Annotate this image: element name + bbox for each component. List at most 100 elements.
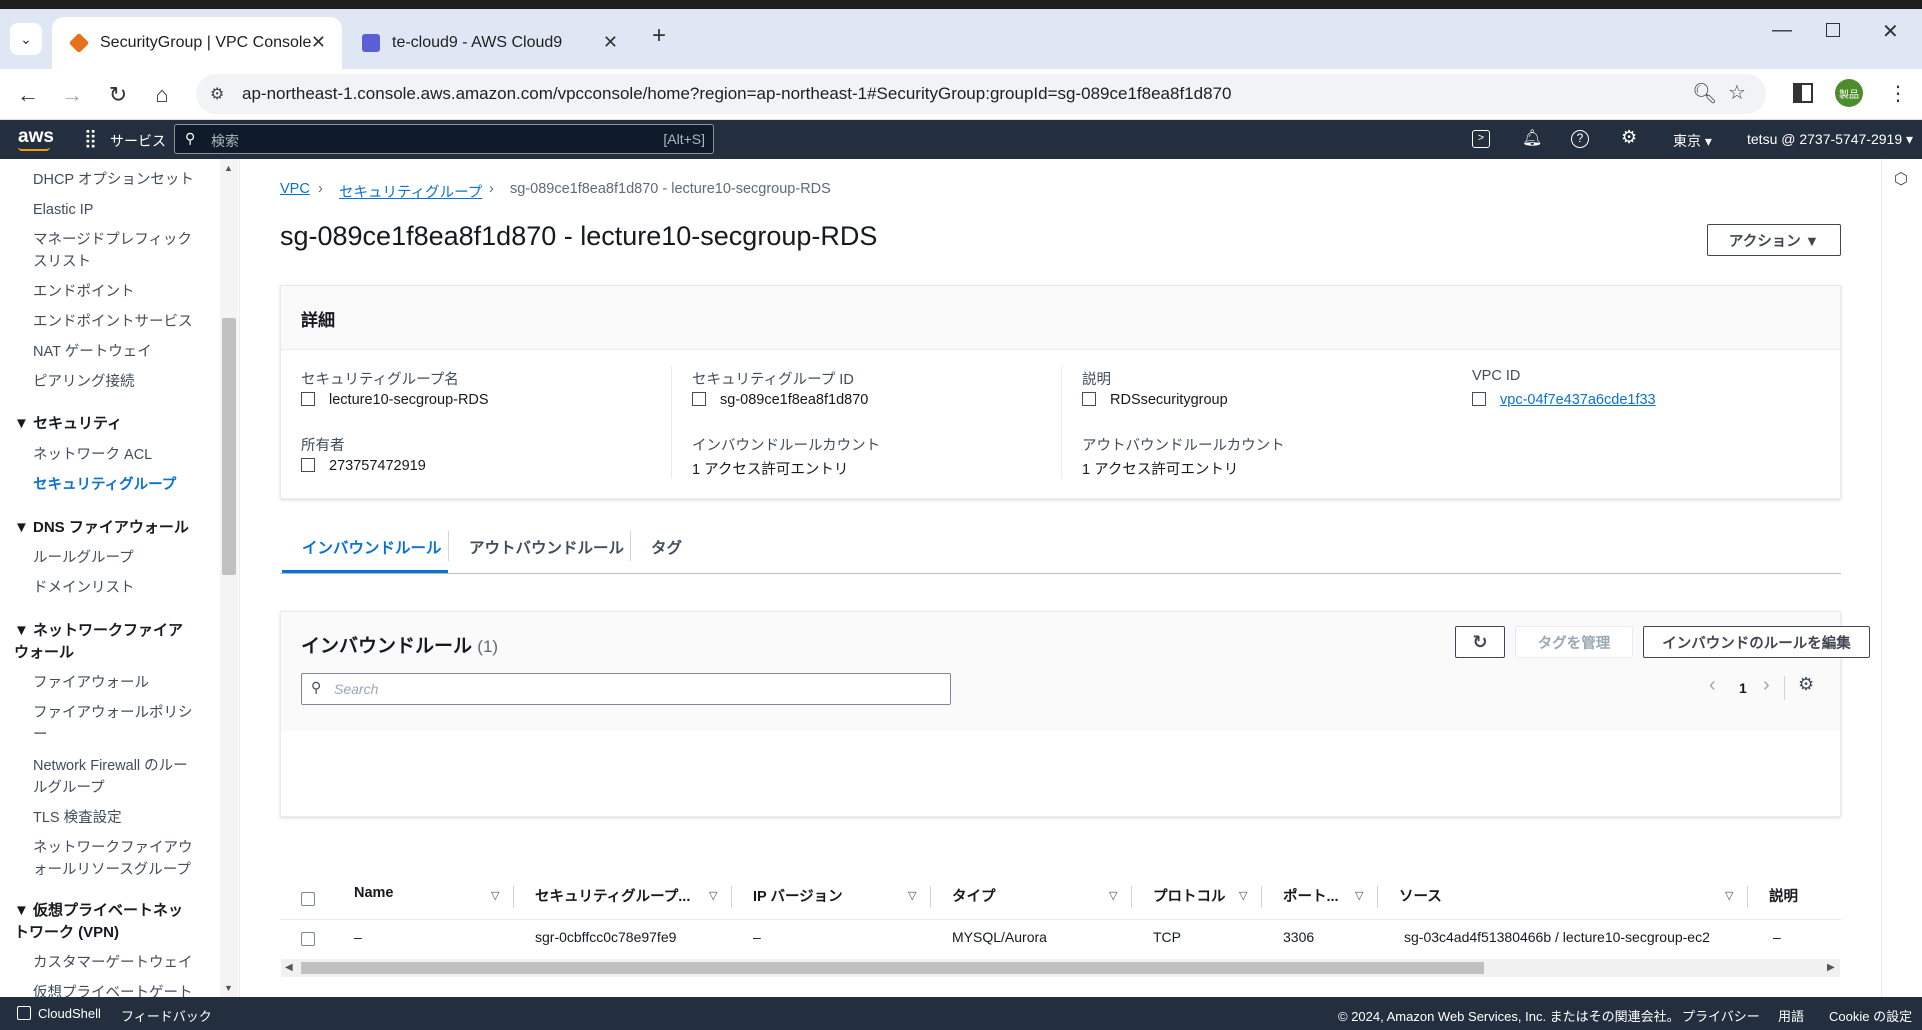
- scroll-down-icon[interactable]: ▼: [224, 983, 233, 993]
- minimize-icon[interactable]: —: [1772, 19, 1792, 42]
- column-header-protocol[interactable]: プロトコル: [1153, 885, 1226, 906]
- scroll-left-icon[interactable]: ◀: [285, 962, 293, 973]
- sidebar-item-elastic-ip[interactable]: Elastic IP: [33, 199, 203, 221]
- sidebar-item-nat-gateway[interactable]: NAT ゲートウェイ: [33, 341, 203, 363]
- close-window-icon[interactable]: ✕: [1882, 19, 1899, 44]
- back-icon[interactable]: ←: [12, 79, 44, 111]
- close-tab-icon[interactable]: ✕: [311, 32, 326, 53]
- column-header-type[interactable]: タイプ: [952, 885, 996, 906]
- close-tab-icon[interactable]: ✕: [603, 32, 618, 53]
- sidebar-item-tls-inspection[interactable]: TLS 検査設定: [33, 807, 203, 829]
- sidebar-section-network-firewall[interactable]: ▼ ネットワークファイアウォール: [14, 620, 194, 664]
- copy-icon[interactable]: [692, 392, 706, 406]
- zoom-icon[interactable]: 🔍︎: [1692, 81, 1717, 106]
- select-all-checkbox[interactable]: [301, 892, 315, 906]
- footer-cookie-link[interactable]: Cookie の設定: [1829, 1006, 1912, 1025]
- copy-icon[interactable]: [301, 392, 315, 406]
- settings-gear-icon[interactable]: ⚙: [1621, 127, 1637, 148]
- sidebar-section-security[interactable]: ▼ セキュリティ: [14, 413, 194, 435]
- tab-tags[interactable]: タグ: [651, 536, 682, 558]
- column-header-ip-version[interactable]: IP バージョン: [753, 885, 843, 906]
- region-selector[interactable]: 東京 ▾: [1673, 131, 1712, 151]
- browser-tab-vpc[interactable]: SecurityGroup | VPC Console ✕: [52, 17, 342, 69]
- account-menu[interactable]: tetsu @ 2737-5747-2919 ▾: [1747, 131, 1913, 148]
- sidebar-item-endpoint-services[interactable]: エンドポイントサービス: [33, 311, 203, 333]
- copy-icon[interactable]: [301, 458, 315, 472]
- sidebar-section-vpn[interactable]: ▼ 仮想プライベートネットワーク (VPN): [14, 900, 194, 944]
- sidebar-item-peering[interactable]: ピアリング接続: [33, 371, 203, 393]
- copy-icon[interactable]: [1082, 392, 1096, 406]
- sort-caret-icon[interactable]: ▽: [1355, 889, 1363, 902]
- breadcrumb-sg-link[interactable]: セキュリティグループ: [339, 181, 482, 202]
- next-page-icon[interactable]: ›: [1763, 674, 1770, 697]
- address-bar[interactable]: ⚙ ap-northeast-1.console.aws.amazon.com/…: [196, 74, 1766, 114]
- notifications-bell-icon[interactable]: 🔔︎: [1522, 128, 1542, 148]
- aws-logo[interactable]: aws: [18, 126, 54, 148]
- services-grid-icon[interactable]: ⣿: [84, 128, 97, 149]
- footer-cloudshell-link[interactable]: CloudShell: [38, 1006, 101, 1021]
- sidebar-item-dhcp[interactable]: DHCP オプションセット: [33, 169, 203, 191]
- sidebar-item-security-groups[interactable]: セキュリティグループ: [33, 474, 203, 496]
- sort-caret-icon[interactable]: ▽: [1109, 889, 1117, 902]
- footer-terms-link[interactable]: 用語: [1778, 1006, 1804, 1025]
- tab-outbound-rules[interactable]: アウトバウンドルール: [469, 536, 624, 558]
- restore-icon[interactable]: [1826, 23, 1840, 37]
- sort-caret-icon[interactable]: ▽: [1725, 889, 1733, 902]
- sidebar-item-customer-gateways[interactable]: カスタマーゲートウェイ: [33, 952, 203, 974]
- sidebar-item-firewalls[interactable]: ファイアウォール: [33, 672, 203, 694]
- scroll-thumb[interactable]: [301, 962, 1484, 974]
- sidebar-item-endpoints[interactable]: エンドポイント: [33, 281, 203, 303]
- bookmark-star-icon[interactable]: ☆: [1728, 80, 1746, 105]
- sidebar-item-network-acl[interactable]: ネットワーク ACL: [33, 444, 203, 466]
- column-header-source[interactable]: ソース: [1399, 885, 1442, 906]
- aws-search-input[interactable]: ⚲ 検索 [Alt+S]: [174, 124, 714, 154]
- sidebar-item-prefix-list[interactable]: マネージドプレフィックスリスト: [33, 229, 198, 273]
- sidebar-section-dns-firewall[interactable]: ▼ DNS ファイアウォール: [14, 517, 194, 539]
- column-header-port[interactable]: ポート...: [1283, 885, 1339, 906]
- vpc-id-link[interactable]: vpc-04f7e437a6cde1f33: [1500, 392, 1656, 408]
- tab-inbound-rules[interactable]: インバウンドルール: [302, 536, 442, 558]
- home-icon[interactable]: ⌂: [146, 79, 178, 111]
- sidebar-item-domain-lists[interactable]: ドメインリスト: [33, 577, 203, 599]
- profile-avatar[interactable]: 製品: [1835, 79, 1863, 107]
- site-info-icon[interactable]: ⚙: [210, 84, 224, 104]
- copy-icon[interactable]: [1472, 392, 1486, 406]
- help-icon[interactable]: ?: [1571, 130, 1589, 148]
- sort-caret-icon[interactable]: ▽: [709, 889, 717, 902]
- rules-search-input[interactable]: ⚲ Search: [301, 673, 951, 705]
- sidebar-item-firewall-policies[interactable]: ファイアウォールポリシー: [33, 702, 198, 746]
- manage-tags-button[interactable]: タグを管理: [1515, 626, 1633, 658]
- sort-caret-icon[interactable]: ▽: [491, 889, 499, 902]
- browser-tab-cloud9[interactable]: te-cloud9 - AWS Cloud9 ✕: [344, 17, 634, 69]
- column-header-sg-rule-id[interactable]: セキュリティグループ...: [535, 885, 690, 906]
- sort-caret-icon[interactable]: ▽: [908, 889, 916, 902]
- tab-search-button[interactable]: ⌄: [10, 23, 42, 55]
- scroll-up-icon[interactable]: ▲: [224, 163, 233, 173]
- row-checkbox[interactable]: [301, 932, 315, 946]
- sidebar-scrollbar-thumb[interactable]: [222, 318, 236, 575]
- column-header-description[interactable]: 説明: [1769, 885, 1798, 906]
- table-settings-gear-icon[interactable]: ⚙: [1798, 674, 1814, 695]
- side-panel-icon[interactable]: [1793, 83, 1813, 103]
- refresh-button[interactable]: ↻: [1455, 626, 1505, 658]
- services-menu[interactable]: サービス: [110, 131, 166, 151]
- actions-button[interactable]: アクション ▼: [1707, 224, 1841, 256]
- new-tab-icon[interactable]: +: [652, 22, 666, 50]
- column-header-name[interactable]: Name: [354, 885, 394, 901]
- page-number[interactable]: 1: [1739, 680, 1747, 696]
- reload-icon[interactable]: ↻: [102, 79, 134, 111]
- breadcrumb-vpc-link[interactable]: VPC: [280, 181, 310, 197]
- sidebar-item-nfw-rule-groups[interactable]: Network Firewall のルールグループ: [33, 755, 198, 799]
- prev-page-icon[interactable]: ‹: [1709, 674, 1716, 697]
- sidebar-item-virtual-private-gateways[interactable]: 仮想プライベートゲート: [33, 982, 203, 997]
- forward-icon[interactable]: →: [56, 79, 88, 111]
- footer-privacy-link[interactable]: プライバシー: [1682, 1006, 1760, 1025]
- edit-inbound-rules-button[interactable]: インバウンドのルールを編集: [1643, 626, 1870, 658]
- sidebar-item-nfw-resource-groups[interactable]: ネットワークファイアウォールリソースグループ: [33, 837, 198, 881]
- sidebar-item-rule-groups[interactable]: ルールグループ: [33, 547, 203, 569]
- browser-menu-icon[interactable]: ⋮: [1888, 81, 1908, 106]
- sidebar-scrollbar[interactable]: ▲ ▼: [220, 159, 238, 997]
- sort-caret-icon[interactable]: ▽: [1239, 889, 1247, 902]
- scroll-right-icon[interactable]: ▶: [1827, 962, 1835, 973]
- info-panel-icon[interactable]: ⬡: [1894, 169, 1908, 189]
